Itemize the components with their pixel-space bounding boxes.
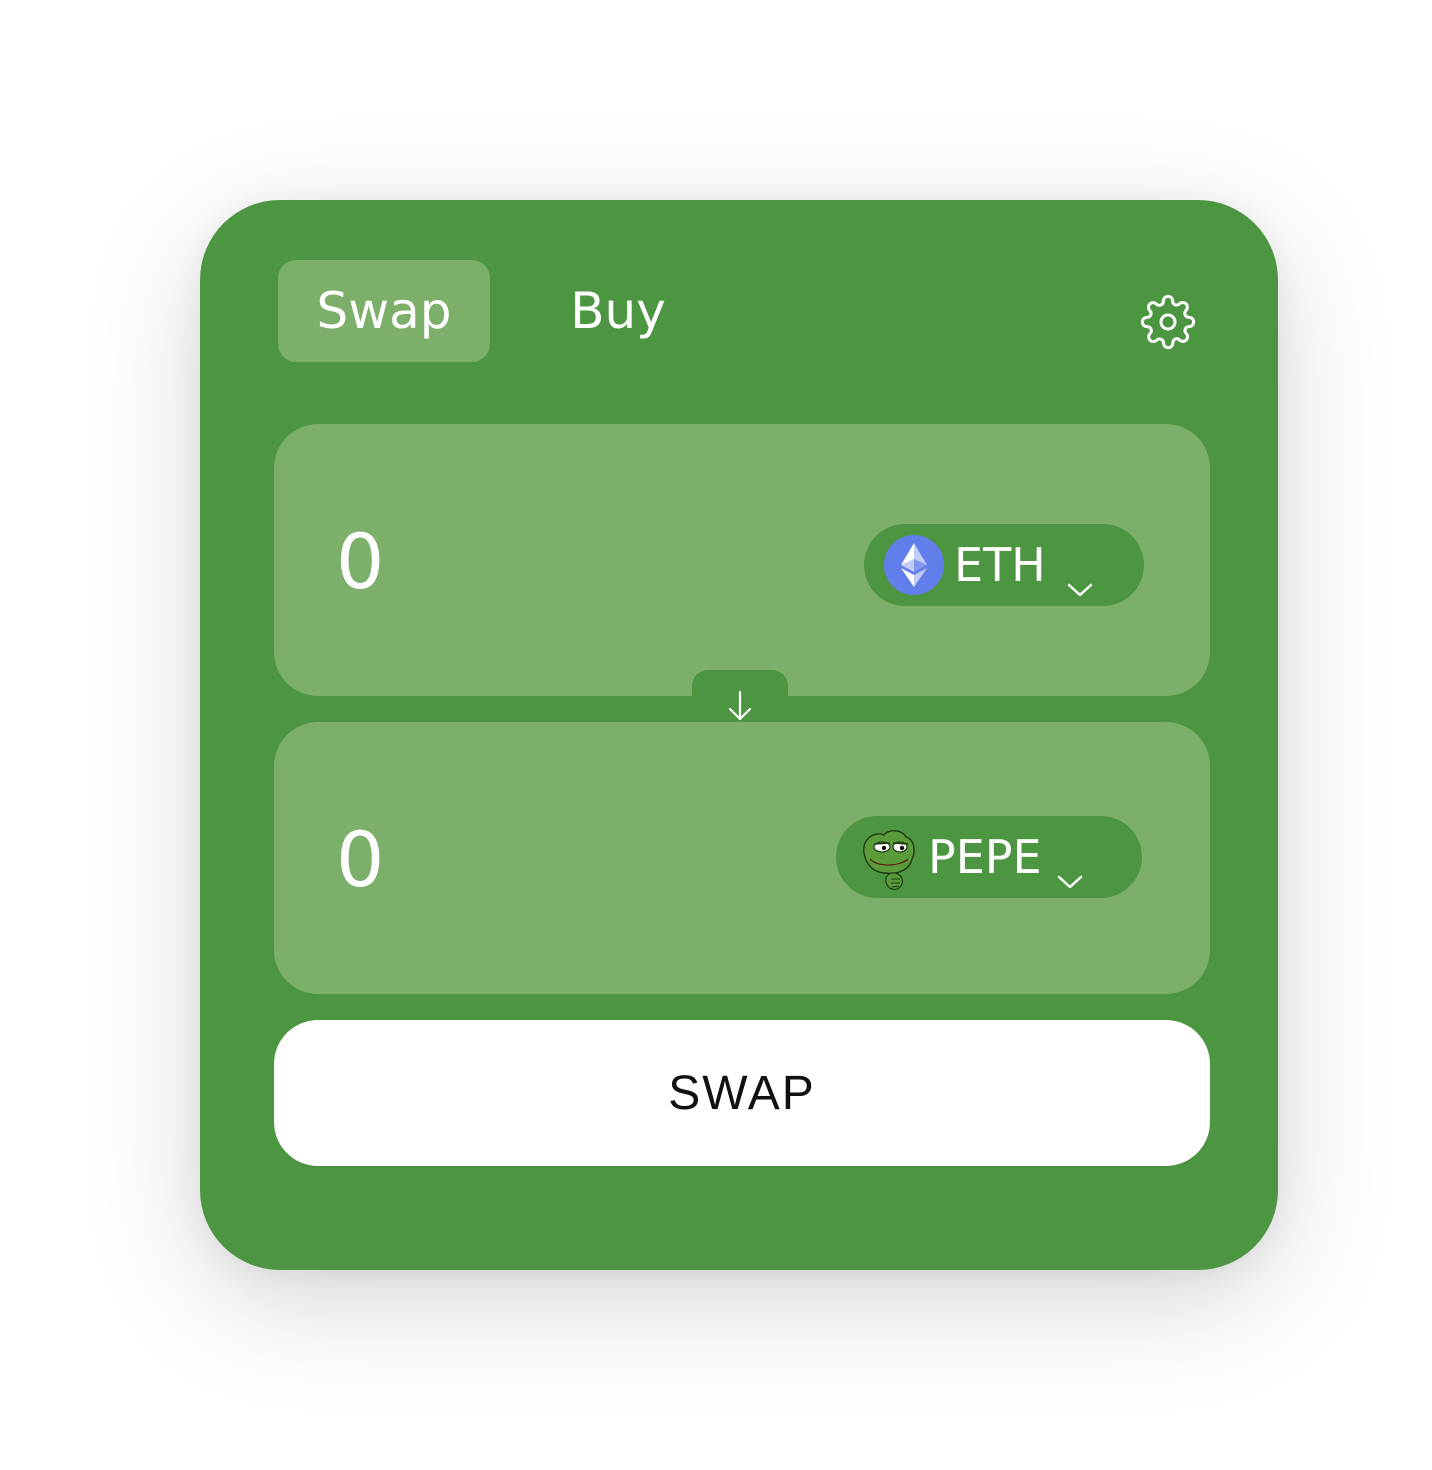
from-token-selector[interactable]: ETH: [864, 524, 1144, 606]
swap-widget: Swap Buy ETH: [200, 200, 1278, 1270]
chevron-down-icon: [1056, 848, 1084, 889]
to-token-selector[interactable]: PEPE: [836, 816, 1142, 898]
from-panel: ETH: [274, 424, 1210, 696]
pepe-logo-icon: [858, 827, 918, 890]
from-token-symbol: ETH: [954, 538, 1046, 592]
tab-swap[interactable]: Swap: [278, 260, 490, 362]
tab-buy[interactable]: Buy: [530, 260, 706, 362]
gear-icon[interactable]: [1140, 294, 1196, 350]
to-token-symbol: PEPE: [928, 830, 1042, 884]
swap-button-label: SWAP: [668, 1066, 816, 1120]
tab-buy-label: Buy: [570, 282, 666, 340]
chevron-down-icon: [1066, 556, 1094, 597]
tab-swap-label: Swap: [316, 282, 452, 340]
to-panel: PEPE: [274, 722, 1210, 994]
ethereum-logo-icon: [884, 535, 944, 595]
swap-button[interactable]: SWAP: [274, 1020, 1210, 1166]
to-amount-input[interactable]: [336, 814, 756, 904]
from-amount-input[interactable]: [336, 516, 756, 606]
